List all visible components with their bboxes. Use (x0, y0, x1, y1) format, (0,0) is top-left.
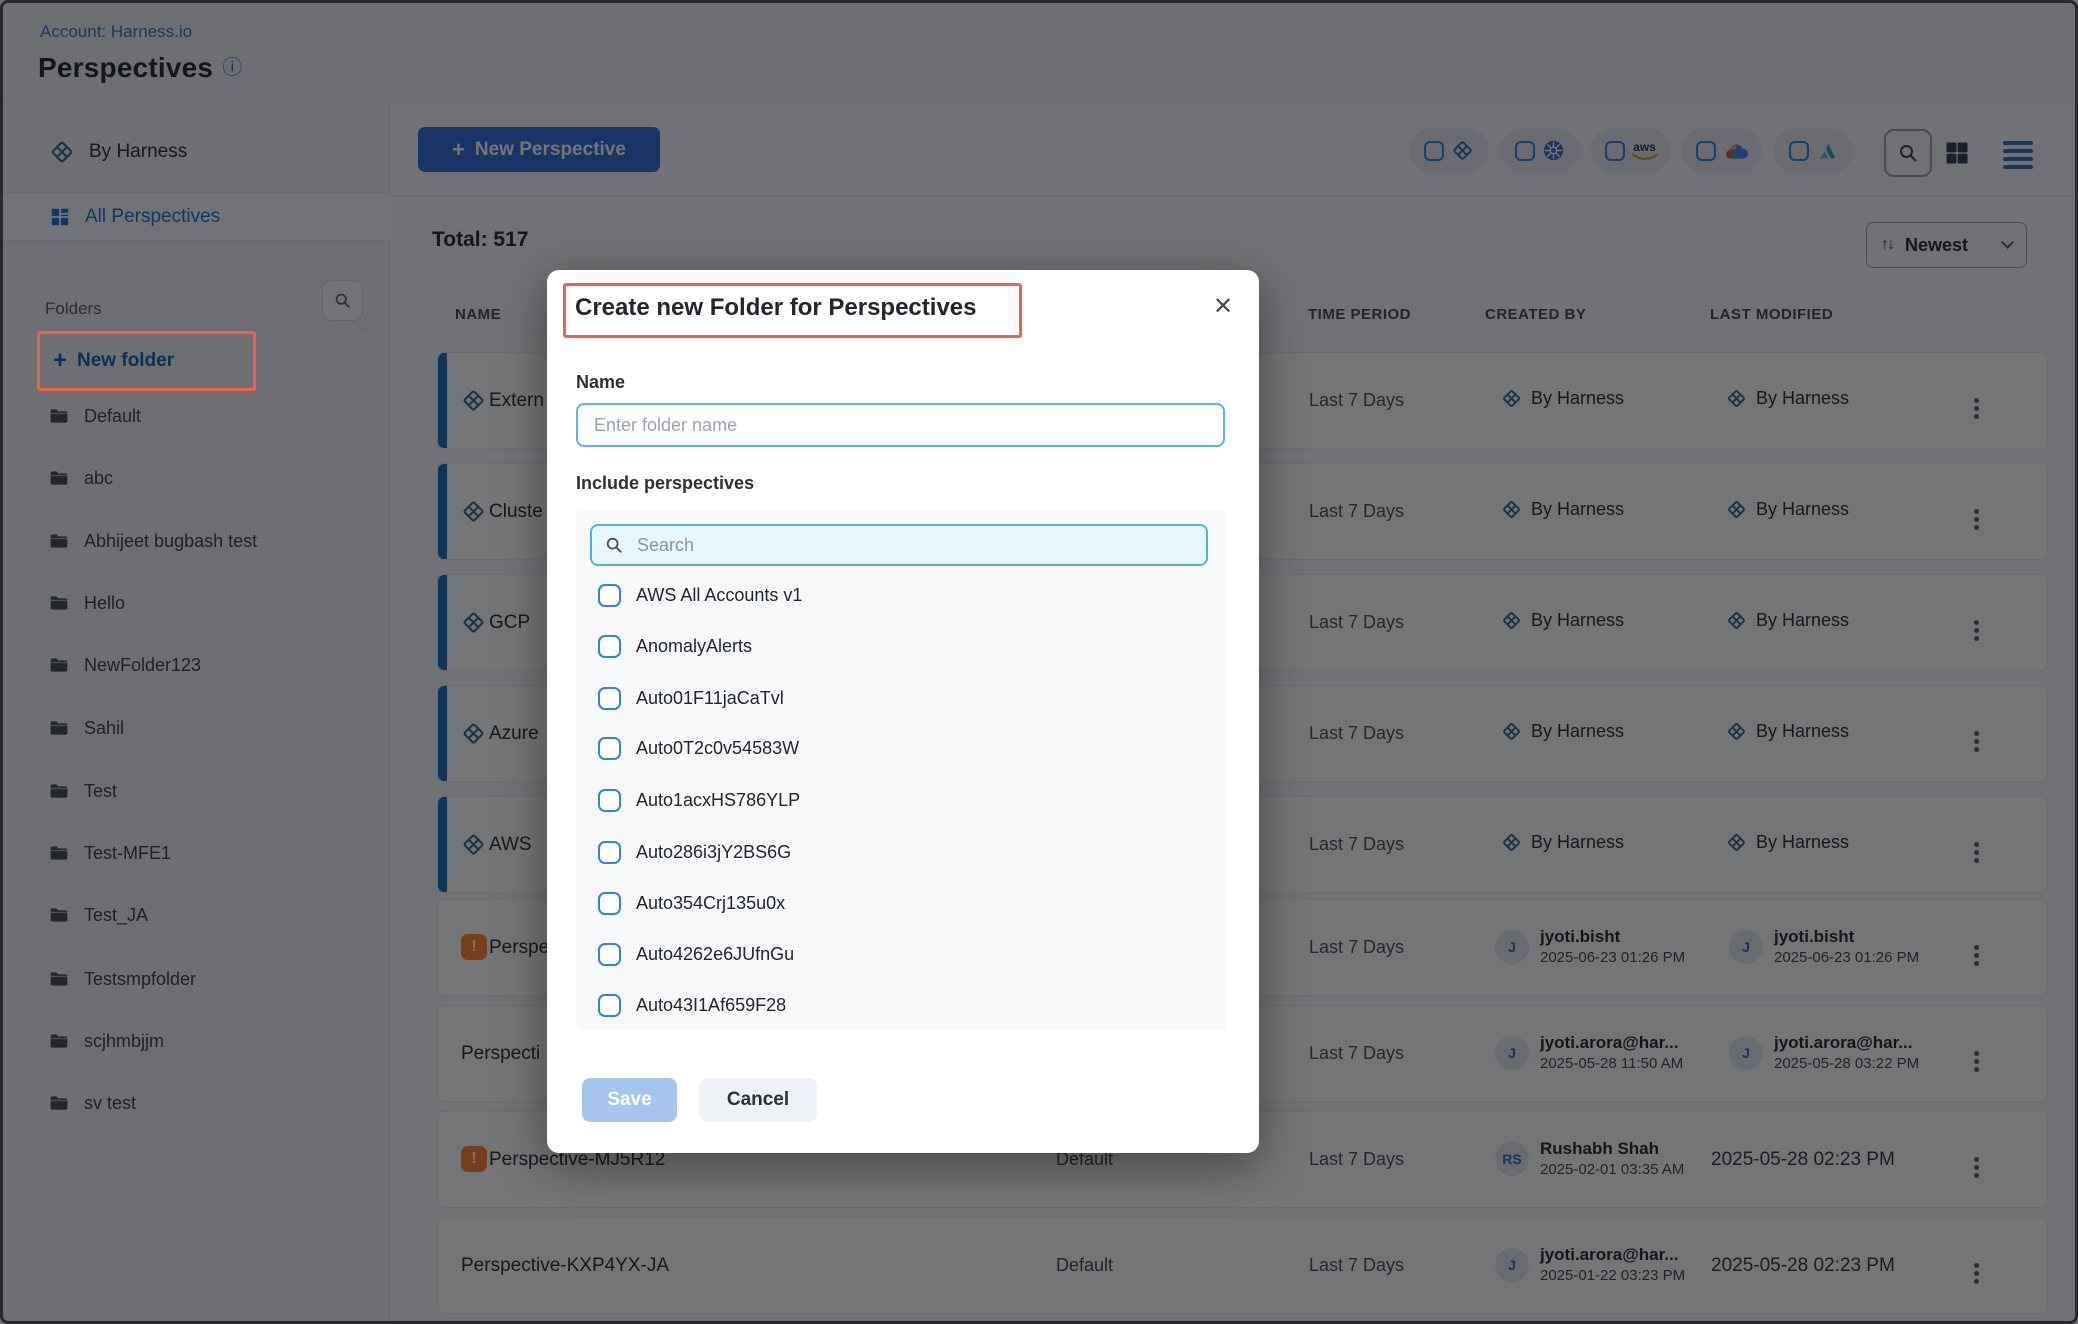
checkbox[interactable] (598, 584, 621, 607)
modal-title: Create new Folder for Perspectives (575, 294, 976, 322)
perspective-option[interactable]: Auto4262e6JUfnGu (598, 943, 794, 966)
checkbox[interactable] (598, 687, 621, 710)
perspective-option[interactable]: Auto43I1Af659F28 (598, 994, 786, 1017)
close-icon[interactable]: ✕ (1213, 292, 1233, 321)
perspectives-panel: AWS All Accounts v1 AnomalyAlerts Auto01… (576, 510, 1226, 1030)
save-button[interactable]: Save (582, 1078, 677, 1122)
checkbox[interactable] (598, 892, 621, 915)
perspective-option[interactable]: Auto286i3jY2BS6G (598, 841, 791, 864)
perspective-option[interactable]: AnomalyAlerts (598, 635, 752, 658)
name-field-label: Name (576, 372, 625, 393)
perspective-option[interactable]: Auto354Crj135u0x (598, 892, 785, 915)
folder-name-input[interactable] (576, 403, 1225, 447)
checkbox[interactable] (598, 789, 621, 812)
perspectives-page: Account: Harness.io Perspectives ⓘ By Ha… (0, 0, 2078, 1324)
checkbox[interactable] (598, 841, 621, 864)
checkbox[interactable] (598, 635, 621, 658)
checkbox[interactable] (598, 994, 621, 1017)
perspective-option[interactable]: Auto01F11jaCaTvl (598, 687, 784, 710)
perspective-option[interactable]: Auto1acxHS786YLP (598, 789, 800, 812)
perspective-search-input[interactable] (635, 534, 1193, 557)
include-perspectives-label: Include perspectives (576, 473, 754, 494)
cancel-button[interactable]: Cancel (699, 1078, 817, 1122)
checkbox[interactable] (598, 943, 621, 966)
perspective-option[interactable]: AWS All Accounts v1 (598, 584, 802, 607)
perspective-option[interactable]: Auto0T2c0v54583W (598, 737, 799, 760)
search-icon (605, 536, 623, 554)
perspective-search-box[interactable] (590, 524, 1208, 566)
create-folder-modal: Create new Folder for Perspectives ✕ Nam… (547, 270, 1259, 1153)
checkbox[interactable] (598, 737, 621, 760)
